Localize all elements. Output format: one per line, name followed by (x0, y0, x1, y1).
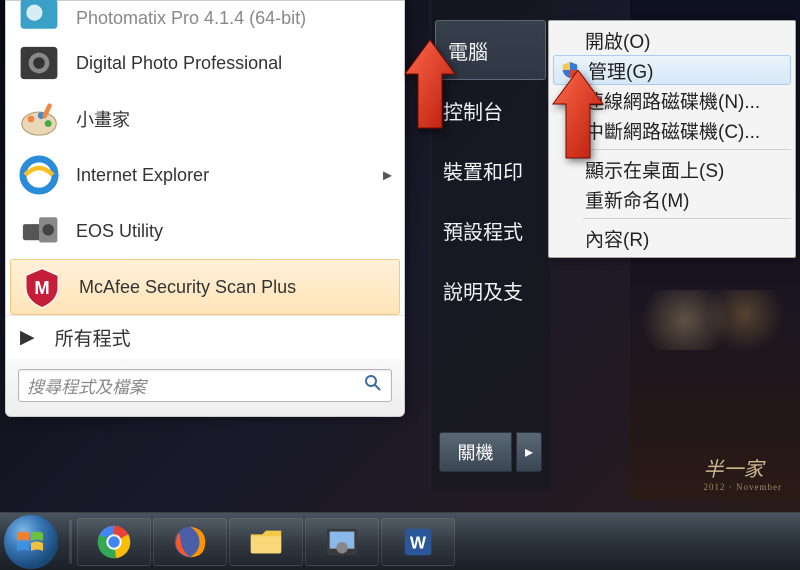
search-input[interactable]: 搜尋程式及檔案 (18, 369, 392, 402)
triangle-right-icon: ▸ (525, 442, 533, 462)
program-label: McAfee Security Scan Plus (79, 277, 296, 298)
eos-icon (16, 208, 62, 254)
program-list: Photomatix Pro 4.1.4 (64-bit) Digital Ph… (6, 1, 404, 315)
all-programs-label: 所有程式 (55, 324, 131, 351)
annotation-arrow-icon (548, 70, 608, 160)
taskbar-dpp[interactable] (305, 518, 379, 566)
search-placeholder: 搜尋程式及檔案 (27, 373, 146, 398)
program-label: 小畫家 (76, 106, 130, 132)
ctx-properties[interactable]: 內容(R) (551, 223, 793, 253)
word-icon: W (399, 523, 437, 561)
panel-item-devices[interactable]: 裝置和印 (431, 140, 550, 200)
program-item-ie[interactable]: Internet Explorer ▸ (8, 147, 402, 203)
program-label: Internet Explorer (76, 165, 209, 186)
program-item-dpp[interactable]: Digital Photo Professional (8, 35, 402, 91)
taskbar: W (0, 512, 800, 570)
shutdown-button[interactable]: 關機 (439, 432, 512, 472)
chrome-icon (95, 523, 133, 561)
program-label: EOS Utility (76, 221, 163, 242)
submenu-arrow-icon: ▸ (383, 165, 392, 186)
photomatix-icon (16, 1, 62, 29)
ctx-open[interactable]: 開啟(O) (551, 25, 793, 55)
taskbar-word[interactable]: W (381, 518, 455, 566)
svg-text:M: M (34, 277, 49, 298)
panel-item-default-programs[interactable]: 預設程式 (431, 200, 550, 260)
program-label: Photomatix Pro 4.1.4 (64-bit) (76, 8, 306, 29)
watermark: 半一家 2012 · November (704, 453, 782, 492)
ie-icon (16, 152, 62, 198)
all-programs[interactable]: ▶ 所有程式 (6, 315, 404, 359)
dpp-icon (16, 40, 62, 86)
mspaint-icon (16, 96, 62, 142)
annotation-arrow-icon (400, 40, 460, 130)
program-item-photomatix[interactable]: Photomatix Pro 4.1.4 (64-bit) (8, 5, 402, 35)
program-item-mcafee[interactable]: M McAfee Security Scan Plus (10, 259, 400, 315)
program-item-eos[interactable]: EOS Utility (8, 203, 402, 259)
firefox-icon (171, 523, 209, 561)
dpp-icon (323, 523, 361, 561)
triangle-right-icon: ▶ (20, 326, 35, 349)
svg-text:W: W (410, 533, 427, 552)
folder-icon (247, 523, 285, 561)
panel-item-help[interactable]: 說明及支 (431, 260, 550, 320)
windows-logo-icon (14, 525, 48, 559)
separator (583, 149, 791, 150)
shutdown-options-button[interactable]: ▸ (516, 432, 542, 472)
start-menu: Photomatix Pro 4.1.4 (64-bit) Digital Ph… (5, 0, 405, 417)
ctx-rename[interactable]: 重新命名(M) (551, 184, 793, 214)
separator (583, 218, 791, 219)
taskbar-chrome[interactable] (77, 518, 151, 566)
taskbar-explorer[interactable] (229, 518, 303, 566)
start-button[interactable] (4, 515, 58, 569)
search-icon (363, 373, 383, 398)
mcafee-icon: M (19, 264, 65, 310)
program-label: Digital Photo Professional (76, 53, 282, 74)
program-item-mspaint[interactable]: 小畫家 (8, 91, 402, 147)
taskbar-divider (69, 520, 72, 564)
taskbar-firefox[interactable] (153, 518, 227, 566)
